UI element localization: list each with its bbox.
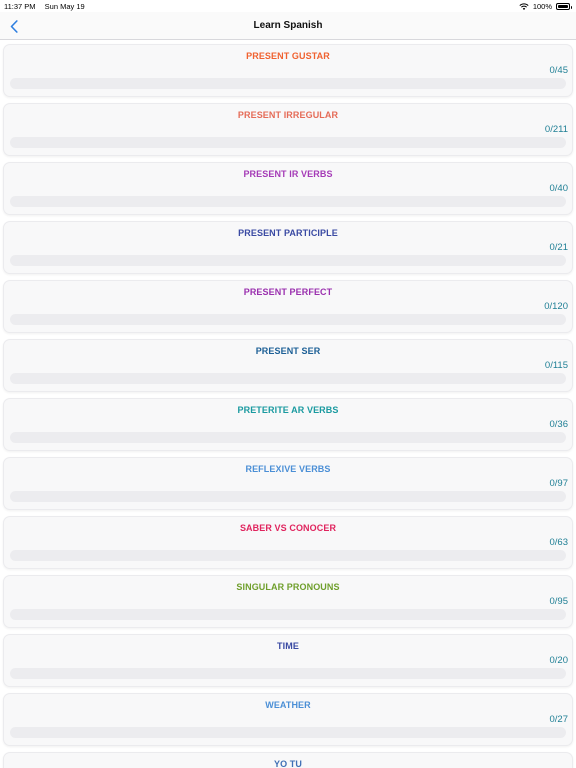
progress-bar bbox=[10, 255, 566, 266]
progress-bar bbox=[10, 137, 566, 148]
topic-card[interactable]: REFLEXIVE VERBS 0/97 bbox=[3, 457, 573, 510]
topic-card[interactable]: TIME 0/20 bbox=[3, 634, 573, 687]
topic-title: TIME bbox=[277, 641, 299, 651]
topic-count: 0/45 bbox=[549, 65, 569, 76]
topic-title: PRESENT PARTICIPLE bbox=[238, 228, 338, 238]
topic-count: 0/63 bbox=[549, 537, 569, 548]
progress-bar bbox=[10, 432, 566, 443]
progress-bar bbox=[10, 314, 566, 325]
nav-bar: Learn Spanish bbox=[0, 12, 576, 40]
topic-title: PRESENT PERFECT bbox=[243, 287, 333, 297]
topic-card[interactable]: PRESENT PARTICIPLE 0/21 bbox=[3, 221, 573, 274]
status-time: 11:37 PM bbox=[4, 2, 36, 11]
status-right: 100% bbox=[519, 2, 572, 11]
status-date: Sun May 19 bbox=[44, 2, 85, 11]
progress-bar bbox=[10, 668, 566, 679]
battery-percent: 100% bbox=[532, 2, 552, 11]
topic-count: 0/27 bbox=[549, 714, 569, 725]
topic-count: 0/95 bbox=[549, 596, 569, 607]
battery-icon bbox=[556, 3, 572, 10]
topic-title: PRETERITE AR VERBS bbox=[237, 405, 339, 415]
topic-title: PRESENT IRREGULAR bbox=[237, 110, 339, 120]
topic-title: PRESENT SER bbox=[255, 346, 321, 356]
topic-card[interactable]: PRESENT SER 0/115 bbox=[3, 339, 573, 392]
topic-card[interactable]: PRESENT PERFECT 0/120 bbox=[3, 280, 573, 333]
status-left: 11:37 PM Sun May 19 bbox=[4, 2, 92, 11]
topic-title: PRESENT GUSTAR bbox=[246, 51, 330, 61]
topic-card[interactable]: PRESENT GUSTAR 0/45 bbox=[3, 44, 573, 97]
topic-title: YO TU bbox=[273, 759, 302, 768]
topic-title: WEATHER bbox=[265, 700, 311, 710]
progress-bar bbox=[10, 727, 566, 738]
topic-title: SINGULAR PRONOUNS bbox=[236, 582, 340, 592]
topic-count: 0/20 bbox=[549, 655, 569, 666]
topic-card[interactable]: SINGULAR PRONOUNS 0/95 bbox=[3, 575, 573, 628]
progress-bar bbox=[10, 373, 566, 384]
topic-count: 0/36 bbox=[549, 419, 569, 430]
topic-card[interactable]: PRESENT IR VERBS 0/40 bbox=[3, 162, 573, 215]
topic-card[interactable]: WEATHER 0/27 bbox=[3, 693, 573, 746]
topic-card[interactable]: PRESENT IRREGULAR 0/211 bbox=[3, 103, 573, 156]
progress-bar bbox=[10, 78, 566, 89]
progress-bar bbox=[10, 609, 566, 620]
topic-count: 0/40 bbox=[549, 183, 569, 194]
progress-bar bbox=[10, 550, 566, 561]
topic-card[interactable]: PRETERITE AR VERBS 0/36 bbox=[3, 398, 573, 451]
topic-card[interactable]: SABER VS CONOCER 0/63 bbox=[3, 516, 573, 569]
topic-title: SABER VS CONOCER bbox=[239, 523, 337, 533]
progress-bar bbox=[10, 196, 566, 207]
page-title: Learn Spanish bbox=[253, 20, 323, 31]
topic-title: PRESENT IR VERBS bbox=[243, 169, 333, 179]
progress-bar bbox=[10, 491, 566, 502]
topic-count: 0/120 bbox=[544, 301, 568, 312]
topic-count: 0/21 bbox=[549, 242, 569, 253]
topic-count: 0/97 bbox=[549, 478, 569, 489]
wifi-icon bbox=[519, 2, 529, 10]
status-bar: 11:37 PM Sun May 19 100% bbox=[0, 0, 576, 12]
topic-title: REFLEXIVE VERBS bbox=[245, 464, 331, 474]
battery-fill bbox=[558, 5, 568, 8]
topic-card[interactable]: YO TU bbox=[3, 752, 573, 768]
topic-count: 0/115 bbox=[544, 360, 568, 371]
topic-count: 0/211 bbox=[544, 124, 568, 135]
